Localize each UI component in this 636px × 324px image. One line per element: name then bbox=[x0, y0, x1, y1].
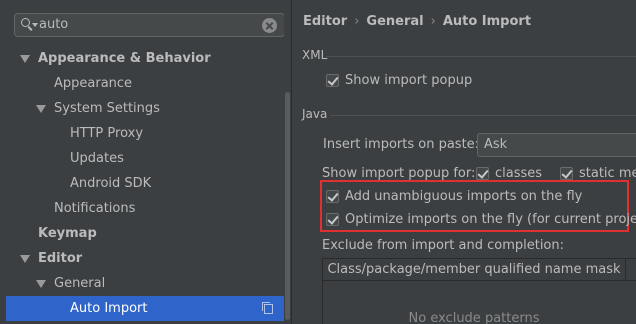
optimize-imports-checkbox[interactable] bbox=[326, 213, 339, 226]
xml-section-title: XML bbox=[302, 48, 328, 62]
tree-item-label: Auto Import bbox=[70, 301, 148, 316]
tree-item-label: Keymap bbox=[38, 226, 97, 241]
show-import-popup-xml-label: Show import popup bbox=[345, 73, 473, 88]
breadcrumb-auto-import: Auto Import bbox=[442, 14, 532, 29]
tree-item[interactable]: Editor bbox=[0, 246, 291, 271]
tree-item[interactable]: Appearance bbox=[0, 71, 291, 96]
tree-item-label: General bbox=[54, 276, 106, 291]
show-popup-for-label: Show import popup for: bbox=[322, 166, 476, 181]
tree-item-label: Updates bbox=[70, 151, 124, 166]
sidebar-scrollbar-thumb[interactable] bbox=[285, 92, 290, 320]
insert-imports-label: Insert imports on paste: bbox=[323, 137, 480, 152]
tree-item[interactable]: System Settings bbox=[0, 96, 291, 121]
table-empty-text: No exclude patterns bbox=[408, 311, 540, 324]
tree-item-label: Android SDK bbox=[70, 176, 152, 191]
settings-dialog: auto Appearance & Behavior Appearance Syst… bbox=[0, 0, 636, 324]
project-scope-icon bbox=[262, 302, 273, 314]
tree-item[interactable]: General bbox=[0, 271, 291, 296]
expand-arrow-icon[interactable] bbox=[20, 255, 30, 263]
breadcrumb-separator: › bbox=[354, 14, 360, 29]
static-methods-checkbox[interactable] bbox=[560, 167, 573, 180]
auto-import-panel: Editor › General › Auto Import XML Show impo… bbox=[292, 0, 636, 324]
tree-item-label: Editor bbox=[38, 251, 83, 266]
breadcrumb-general: General bbox=[366, 14, 424, 29]
classes-checkbox[interactable] bbox=[476, 167, 489, 180]
tree-item-label: Appearance bbox=[54, 76, 133, 91]
exclude-patterns-table[interactable]: Class/package/member qualified name mask… bbox=[322, 258, 636, 324]
tree-item-label: Notifications bbox=[54, 201, 136, 216]
expand-arrow-icon[interactable] bbox=[20, 55, 30, 63]
expand-arrow-icon[interactable] bbox=[36, 105, 46, 113]
breadcrumb-editor: Editor bbox=[303, 14, 348, 29]
insert-imports-value: Ask bbox=[484, 137, 508, 152]
tree-item[interactable]: Updates bbox=[0, 146, 291, 171]
breadcrumb: Editor › General › Auto Import bbox=[303, 14, 531, 29]
settings-sidebar: auto Appearance & Behavior Appearance Syst… bbox=[0, 0, 291, 324]
tree-item[interactable]: Keymap bbox=[0, 221, 291, 246]
tree-item-label: System Settings bbox=[54, 101, 160, 116]
tree-item-label: HTTP Proxy bbox=[70, 126, 144, 141]
add-unambiguous-imports-label: Add unambiguous imports on the fly bbox=[345, 189, 583, 204]
show-import-popup-xml-checkbox[interactable] bbox=[326, 74, 339, 87]
breadcrumb-separator: › bbox=[430, 14, 436, 29]
tree-item[interactable]: HTTP Proxy bbox=[0, 121, 291, 146]
xml-section-separator bbox=[326, 56, 636, 57]
table-header-row: Class/package/member qualified name mask bbox=[323, 259, 636, 281]
search-input[interactable]: auto bbox=[39, 17, 68, 32]
insert-imports-dropdown[interactable]: Ask bbox=[477, 133, 636, 157]
search-icon[interactable] bbox=[21, 18, 30, 27]
settings-search-field[interactable]: auto bbox=[14, 13, 285, 37]
java-section-separator bbox=[330, 115, 636, 116]
add-unambiguous-imports-checkbox[interactable] bbox=[326, 190, 339, 203]
search-history-dropdown-icon[interactable] bbox=[32, 23, 38, 27]
table-header-name-mask[interactable]: Class/package/member qualified name mask bbox=[323, 259, 626, 280]
expand-arrow-icon[interactable] bbox=[36, 280, 46, 288]
java-section-title: Java bbox=[302, 107, 328, 121]
tree-item-label: Appearance & Behavior bbox=[38, 51, 211, 66]
optimize-imports-label: Optimize imports on the fly (for current… bbox=[345, 212, 636, 227]
exclude-label: Exclude from import and completion: bbox=[322, 238, 564, 253]
tree-item[interactable]: Notifications bbox=[0, 196, 291, 221]
tree-item[interactable]: Auto Import bbox=[6, 296, 291, 321]
tree-item[interactable]: Appearance & Behavior bbox=[0, 46, 291, 71]
tree-item[interactable]: Android SDK bbox=[0, 171, 291, 196]
clear-search-icon[interactable] bbox=[262, 18, 277, 33]
